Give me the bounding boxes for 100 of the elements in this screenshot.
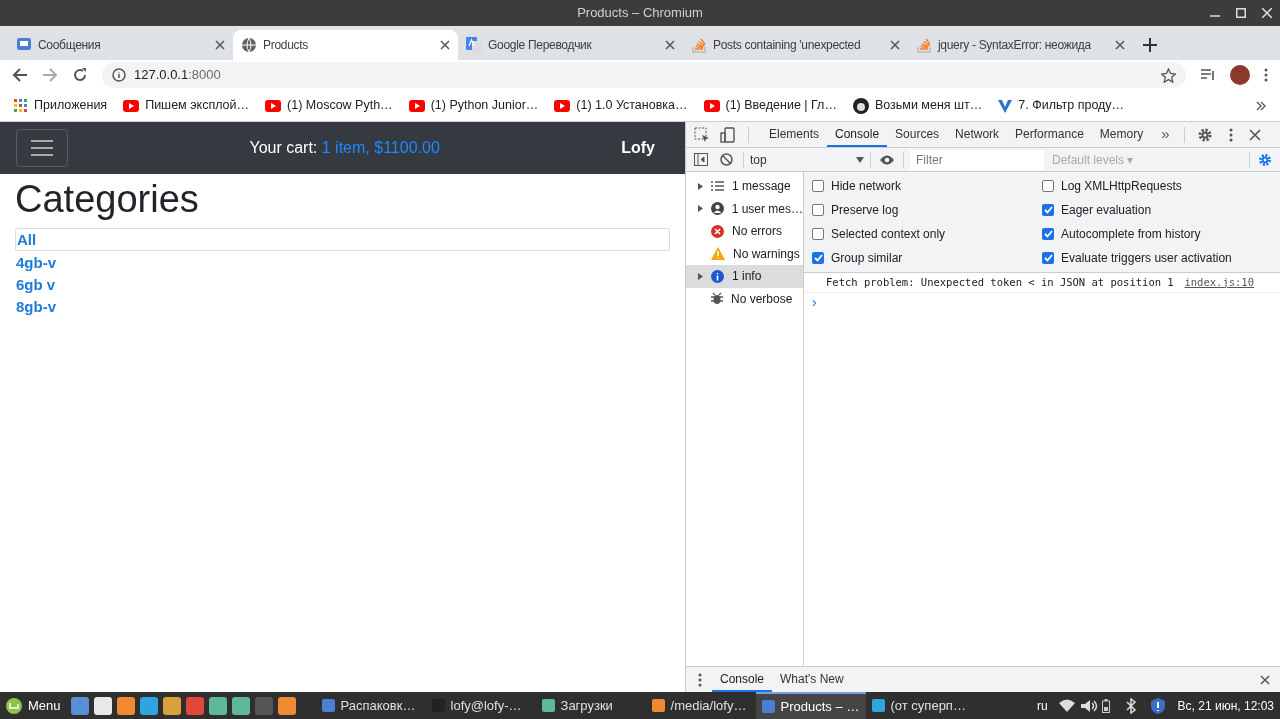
media-queue-icon[interactable] — [1200, 68, 1216, 82]
category-link[interactable]: 4gb-v — [15, 252, 57, 274]
bookmark-link[interactable]: Возьми меня шт… — [852, 96, 983, 115]
checkbox[interactable] — [1042, 252, 1054, 264]
setting-checkbox[interactable]: Log XMLHttpRequests — [1042, 176, 1272, 196]
checkbox[interactable] — [812, 228, 824, 240]
menu-icon[interactable] — [1264, 68, 1268, 82]
bookmark-link[interactable]: (1) Введение | Гл… — [703, 96, 837, 115]
setting-checkbox[interactable]: Eager evaluation — [1042, 200, 1272, 220]
app-launcher-icon[interactable] — [277, 696, 296, 715]
console-prompt[interactable]: › — [812, 291, 817, 313]
setting-checkbox[interactable]: Group similar — [812, 248, 1042, 268]
close-icon[interactable] — [665, 40, 675, 50]
maximize-icon[interactable] — [1236, 8, 1246, 18]
browser-tab[interactable]: Сообщения — [8, 30, 233, 60]
bookmark-link[interactable]: 7. Фильтр проду… — [998, 96, 1125, 115]
new-tab-icon[interactable] — [1143, 38, 1157, 52]
setting-checkbox[interactable]: Autocomplete from history — [1042, 224, 1272, 244]
close-icon[interactable] — [890, 40, 900, 50]
close-icon[interactable] — [440, 40, 450, 50]
drawer-tab[interactable]: What's New — [772, 667, 852, 692]
setting-checkbox[interactable]: Preserve log — [812, 200, 1042, 220]
taskbar-window-button[interactable]: Загрузки — [535, 692, 646, 719]
close-icon[interactable] — [215, 40, 225, 50]
app-launcher-icon[interactable] — [116, 696, 135, 715]
bookmark-link[interactable]: (1) Python Junior… — [408, 96, 539, 115]
taskbar-window-button[interactable]: (от суперп… — [865, 692, 976, 719]
more-icon[interactable] — [698, 672, 702, 687]
devtools-tab[interactable]: Performance — [1007, 122, 1092, 147]
sidebar-item[interactable]: No warnings — [686, 242, 803, 265]
taskbar-window-button[interactable]: Распаковк… — [315, 692, 426, 719]
keyboard-layout[interactable]: ru — [1036, 696, 1048, 715]
sidebar-item[interactable]: 1 message — [686, 175, 803, 198]
shield-icon[interactable] — [1149, 696, 1166, 715]
devtools-tab[interactable]: Network — [947, 122, 1008, 147]
category-link[interactable]: All — [15, 228, 670, 251]
category-link[interactable]: 8gb-v — [15, 296, 57, 318]
reload-icon[interactable] — [72, 67, 88, 83]
clear-icon[interactable] — [720, 153, 733, 166]
profile-avatar[interactable] — [1230, 65, 1250, 85]
setting-checkbox[interactable]: Evaluate triggers user activation — [1042, 248, 1272, 268]
taskbar-window-button[interactable]: lofy@lofy-… — [425, 692, 536, 719]
chevron-icon[interactable] — [1256, 100, 1266, 111]
close-icon[interactable] — [1260, 674, 1270, 685]
more-icon[interactable] — [1228, 127, 1233, 142]
volume-icon[interactable] — [1079, 698, 1098, 713]
checkbox[interactable] — [812, 204, 824, 216]
address-bar[interactable]: 127.0.0.1:8000 — [102, 62, 1186, 88]
devtools-tab[interactable]: Memory — [1091, 122, 1152, 147]
battery-icon[interactable] — [1101, 698, 1110, 713]
setting-checkbox[interactable]: Selected context only — [812, 224, 1042, 244]
hamburger-button[interactable] — [16, 129, 68, 167]
checkbox[interactable] — [1042, 204, 1054, 216]
inspect-icon[interactable] — [694, 126, 710, 143]
app-launcher-icon[interactable] — [208, 696, 227, 715]
more-tabs-button[interactable]: » — [1155, 123, 1176, 146]
bookmark-link[interactable]: (1) Moscow Pyth… — [265, 96, 393, 115]
sidebar-item[interactable]: 1 info — [686, 265, 803, 288]
taskbar-window-button[interactable]: /media/lofy… — [645, 692, 756, 719]
start-menu-button[interactable]: Menu — [6, 695, 67, 716]
taskbar-window-button[interactable]: Products – … — [755, 692, 866, 719]
category-link[interactable]: 6gb v — [15, 274, 57, 296]
info-icon[interactable] — [112, 68, 126, 82]
browser-tab[interactable]: Products — [233, 30, 458, 60]
eye-icon[interactable] — [879, 154, 895, 165]
back-icon[interactable] — [12, 67, 28, 83]
apps-grid-icon — [14, 98, 28, 113]
browser-tab[interactable]: Posts containing 'unexpected — [683, 30, 908, 60]
source-link[interactable]: index.js:10 — [1184, 274, 1254, 291]
network-icon[interactable] — [1057, 698, 1076, 713]
checkbox[interactable] — [1042, 228, 1054, 240]
devtools-tab[interactable]: Sources — [887, 122, 948, 147]
context-select[interactable]: top — [744, 150, 870, 169]
settings-icon[interactable] — [1258, 152, 1272, 167]
filter-field[interactable]: Filter — [910, 149, 1044, 170]
bookmark-link[interactable]: Пишем эксплой… — [123, 96, 250, 115]
app-launcher-icon[interactable] — [231, 696, 250, 715]
star-icon[interactable] — [1161, 67, 1176, 83]
sidebar-item[interactable]: No verbose — [686, 287, 803, 310]
checkbox[interactable] — [812, 252, 824, 264]
devtools-tab[interactable]: Elements — [761, 122, 828, 147]
device-icon[interactable] — [720, 126, 736, 143]
bluetooth-icon[interactable] — [1123, 697, 1138, 714]
settings-icon[interactable] — [1196, 126, 1213, 143]
sidebar-toggle-icon[interactable] — [694, 153, 708, 166]
browser-tab[interactable]: jquery - SyntaxError: неожида — [908, 30, 1133, 60]
checkbox[interactable] — [1042, 180, 1054, 192]
checkbox[interactable] — [812, 180, 824, 192]
setting-checkbox[interactable]: Hide network — [812, 176, 1042, 196]
sidebar-item[interactable]: No errors — [686, 220, 803, 243]
app-launcher-icon[interactable] — [93, 696, 112, 715]
app-launcher-icon[interactable] — [162, 696, 181, 715]
close-icon[interactable] — [1115, 40, 1125, 50]
sidebar-item[interactable]: 1 user mes… — [686, 197, 803, 220]
bookmark-link[interactable]: Приложения — [14, 96, 108, 115]
bookmark-link[interactable]: (1) 1.0 Установка… — [554, 96, 688, 115]
expand-icon — [698, 182, 703, 190]
close-icon[interactable] — [1248, 128, 1261, 141]
app-launcher-icon[interactable] — [139, 696, 158, 715]
browser-tab[interactable]: Google Переводчик — [458, 30, 683, 60]
